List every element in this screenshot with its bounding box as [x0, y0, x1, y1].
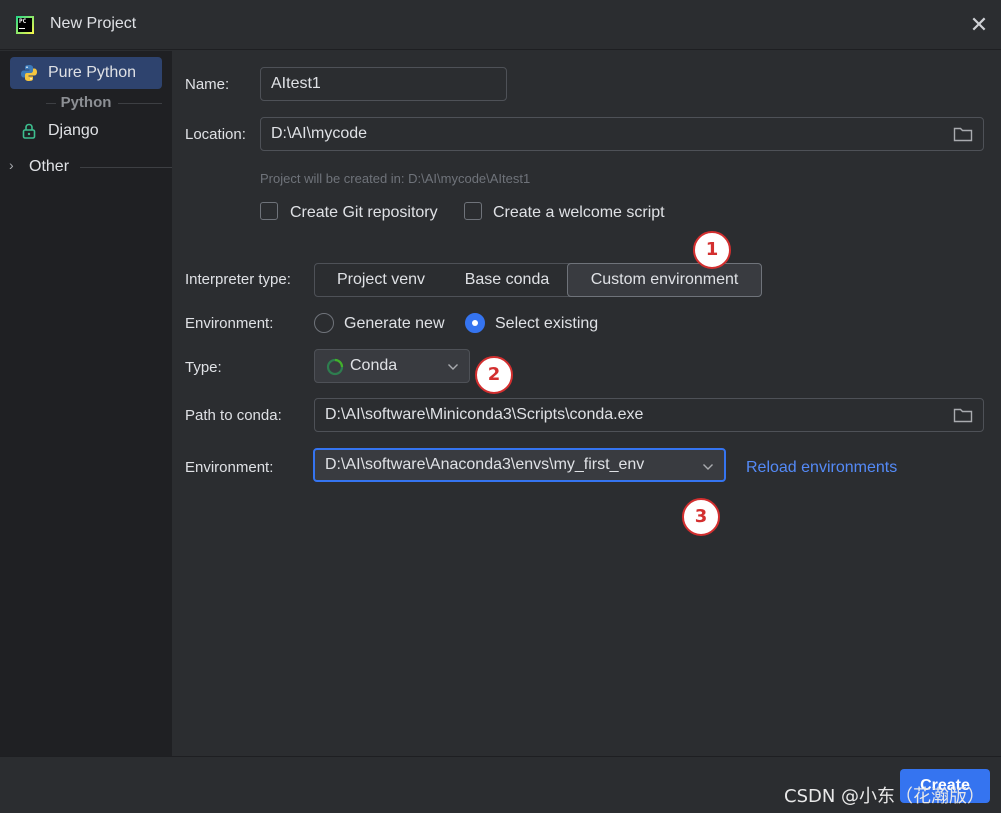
radio-generate-new-label: Generate new: [344, 315, 445, 332]
radio-select-existing[interactable]: [465, 313, 485, 333]
path-to-conda-label: Path to conda:: [185, 407, 282, 424]
interpreter-type-label: Interpreter type:: [185, 271, 291, 288]
location-label: Location:: [185, 126, 246, 143]
reload-environments-link[interactable]: Reload environments: [746, 459, 897, 477]
window-title: New Project: [50, 15, 137, 32]
segment-custom-environment[interactable]: Custom environment: [567, 263, 762, 297]
environment-select[interactable]: D:\AI\software\Anaconda3\envs\my_first_e…: [313, 448, 726, 482]
create-git-checkbox[interactable]: [260, 202, 278, 220]
environment-select-value: D:\AI\software\Anaconda3\envs\my_first_e…: [325, 456, 645, 473]
folder-icon[interactable]: [953, 126, 973, 142]
pycharm-logo-icon: PC: [16, 16, 34, 34]
close-icon[interactable]: ✕: [966, 13, 992, 39]
lock-icon: [22, 123, 36, 139]
create-welcome-checkbox[interactable]: [464, 202, 482, 220]
chevron-right-icon: ›: [9, 157, 14, 173]
location-hint: Project will be created in: D:\AI\mycode…: [260, 171, 531, 186]
type-select[interactable]: Conda: [314, 349, 470, 383]
sidebar-item-label: Django: [48, 122, 99, 139]
sidebar-group-other[interactable]: › Other: [0, 154, 172, 180]
name-input[interactable]: AItest1: [260, 67, 507, 101]
annotation-badge-1: 1: [693, 231, 731, 269]
environment-label: Environment:: [185, 315, 274, 332]
segment-project-venv[interactable]: Project venv: [315, 264, 447, 296]
conda-loading-icon: [326, 358, 344, 376]
path-to-conda-value: D:\AI\software\Miniconda3\Scripts\conda.…: [325, 406, 644, 423]
create-git-label: Create Git repository: [290, 204, 438, 221]
sidebar-item-label: Pure Python: [48, 64, 137, 81]
location-value: D:\AI\mycode: [271, 125, 368, 142]
sidebar-group-python: Python: [10, 94, 162, 112]
environment-select-label: Environment:: [185, 459, 274, 476]
group-divider: [118, 103, 162, 104]
interpreter-type-segmented: Project venv Base conda Custom environme…: [314, 263, 762, 297]
project-type-sidebar: Pure Python Python Django › Other: [0, 51, 172, 756]
new-project-form: Name: AItest1 Location: D:\AI\mycode Pro…: [172, 51, 1001, 756]
dialog-footer: Create CSDN @小东（花瀚版）: [0, 756, 1001, 813]
location-input[interactable]: D:\AI\mycode: [260, 117, 984, 151]
title-bar: PC New Project ✕: [0, 0, 1001, 50]
radio-generate-new[interactable]: [314, 313, 334, 333]
chevron-down-icon: [703, 464, 713, 470]
sidebar-group-label: Other: [29, 158, 70, 175]
type-select-value: Conda: [350, 357, 398, 374]
create-welcome-label: Create a welcome script: [493, 204, 665, 221]
type-label: Type:: [185, 359, 222, 376]
path-to-conda-input[interactable]: D:\AI\software\Miniconda3\Scripts\conda.…: [314, 398, 984, 432]
group-divider: [80, 167, 172, 168]
segment-base-conda[interactable]: Base conda: [447, 264, 567, 296]
annotation-badge-2: 2: [475, 356, 513, 394]
radio-select-existing-label: Select existing: [495, 315, 599, 332]
sidebar-item-django[interactable]: Django: [10, 115, 162, 147]
python-icon: [21, 65, 37, 81]
folder-icon[interactable]: [953, 407, 973, 423]
sidebar-item-pure-python[interactable]: Pure Python: [10, 57, 162, 89]
watermark-text: CSDN @小东（花瀚版）: [784, 786, 986, 807]
annotation-badge-3: 3: [682, 498, 720, 536]
name-label: Name:: [185, 76, 230, 93]
chevron-down-icon: [448, 364, 458, 370]
